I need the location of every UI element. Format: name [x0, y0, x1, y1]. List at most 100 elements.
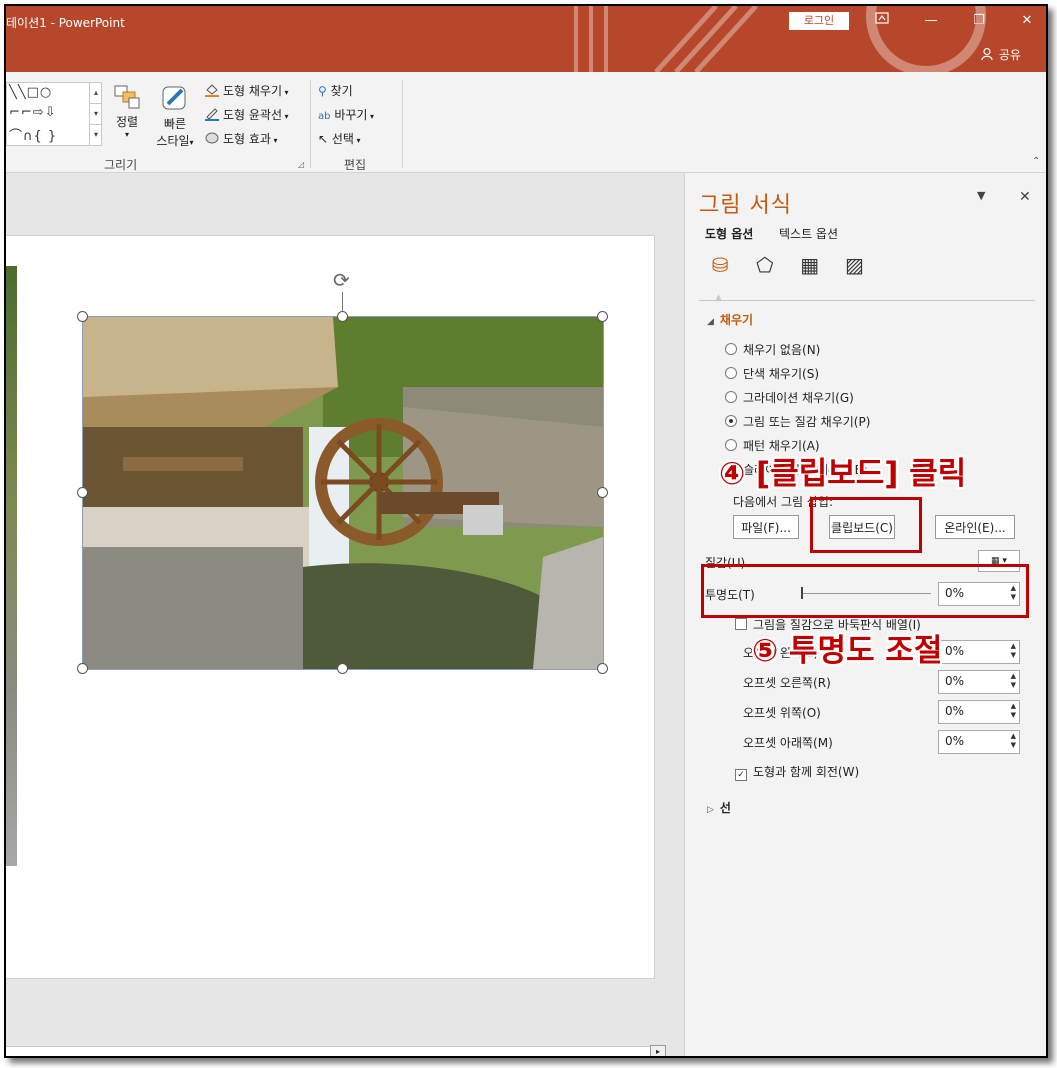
pane-close-icon[interactable]: ✕: [1019, 189, 1031, 205]
option-label: 그림 또는 질감 채우기(P): [743, 415, 871, 429]
scroll-up-icon[interactable]: ▴: [90, 83, 102, 103]
slide-canvas[interactable]: ⟳: [6, 235, 655, 979]
shapes-row-1[interactable]: ╲╲□○: [9, 85, 52, 100]
pane-title: 그림 서식: [699, 193, 792, 218]
ribbon-display-icon[interactable]: [867, 10, 897, 32]
offset-top-spinner[interactable]: 0% ▲ ▼: [938, 700, 1020, 724]
selected-picture[interactable]: [82, 316, 604, 670]
radio-button-selected[interactable]: [725, 415, 737, 427]
slide-editing-area: ⟳ ▸: [6, 173, 684, 1056]
tab-text-options[interactable]: 텍스트 옵션: [779, 225, 838, 242]
resize-handle-top-left[interactable]: [77, 311, 88, 322]
annotation-step-4: ④ [클립보드] 클릭: [719, 456, 967, 492]
find-label: 찾기: [330, 84, 353, 98]
minimize-icon[interactable]: —: [916, 10, 946, 32]
offset-right-spinner[interactable]: 0% ▲ ▼: [938, 670, 1020, 694]
line-section-header[interactable]: ▷ 선: [707, 799, 731, 816]
tab-shape-options[interactable]: 도형 옵션: [705, 225, 753, 242]
shapes-gallery[interactable]: ╲╲□○ ⌐⌐⇨⇩ ⌒∩{ } ▴ ▾ ▾: [6, 82, 102, 146]
arrange-button[interactable]: 정렬 ▾: [112, 84, 142, 139]
gallery-scroll[interactable]: ▴ ▾ ▾: [89, 83, 102, 145]
resize-handle-bottom[interactable]: [337, 663, 348, 674]
pane-options-icon[interactable]: ▼: [977, 189, 985, 202]
annotation-step-5: ⑤ 투명도 조절: [752, 633, 943, 669]
radio-button[interactable]: [725, 343, 737, 355]
pen-icon: [205, 108, 219, 121]
spinner-arrows-icon[interactable]: ▲ ▼: [1011, 672, 1016, 690]
checkbox[interactable]: [735, 618, 747, 630]
arrange-icon: [114, 85, 140, 109]
quick-styles-button[interactable]: 빠른 스타일▾: [152, 84, 198, 149]
file-button[interactable]: 파일(F)...: [733, 515, 799, 539]
shapes-row-2[interactable]: ⌐⌐⇨⇩: [9, 105, 57, 120]
powerpoint-window: 테이션1 - PowerPoint 로그인 — ❐ ✕ 공유 ╲╲□○ ⌐⌐⇨⇩…: [4, 4, 1048, 1058]
radio-button[interactable]: [725, 367, 737, 379]
find-button[interactable]: ⚲ 찾기: [318, 82, 353, 99]
arrange-label: 정렬: [115, 115, 139, 129]
resize-handle-bottom-left[interactable]: [77, 663, 88, 674]
shape-fill-label: 도형 채우기: [223, 84, 283, 98]
dialog-launcher-icon[interactable]: ◿: [298, 160, 304, 169]
annotation-box-transparency: [701, 564, 1029, 618]
dropdown-arrow-icon: ▾: [189, 138, 194, 147]
partial-image-left[interactable]: [6, 266, 17, 866]
paint-bucket-icon: [205, 84, 219, 97]
person-icon: [981, 47, 993, 61]
fill-option-gradient[interactable]: 그라데이션 채우기(G): [725, 389, 854, 406]
shape-effects-label: 도형 효과: [223, 132, 271, 146]
offset-left-spinner[interactable]: 0% ▲ ▼: [938, 640, 1020, 664]
online-button[interactable]: 온라인(E)...: [935, 515, 1015, 539]
shape-effects-icon: [205, 132, 219, 144]
option-label: 그라데이션 채우기(G): [743, 391, 854, 405]
group-separator: [402, 80, 403, 168]
quick-styles-icon: [162, 86, 186, 110]
login-button[interactable]: 로그인: [789, 12, 849, 30]
resize-handle-left[interactable]: [77, 487, 88, 498]
scroll-down-icon[interactable]: ▾: [90, 103, 102, 124]
fill-option-solid[interactable]: 단색 채우기(S): [725, 365, 819, 382]
spinner-arrows-icon[interactable]: ▲ ▼: [1011, 702, 1016, 720]
option-label: 단색 채우기(S): [743, 367, 819, 381]
resize-handle-bottom-right[interactable]: [597, 663, 608, 674]
title-bar: 테이션1 - PowerPoint 로그인 — ❐ ✕ 공유: [6, 6, 1046, 72]
spinner-arrows-icon[interactable]: ▲ ▼: [1011, 642, 1016, 660]
maximize-icon[interactable]: ❐: [964, 10, 994, 32]
fill-section-label: 채우기: [719, 313, 754, 327]
size-properties-icon[interactable]: ▦: [797, 253, 823, 279]
pane-divider: [699, 300, 1035, 301]
share-button[interactable]: 공유: [981, 46, 1021, 63]
replace-button[interactable]: ab 바꾸기 ▾: [318, 106, 374, 123]
radio-button[interactable]: [725, 391, 737, 403]
close-icon[interactable]: ✕: [1012, 10, 1042, 32]
offset-bottom-value: 0%: [945, 734, 965, 748]
fill-section-header[interactable]: ◢ 채우기: [707, 311, 753, 328]
resize-handle-right[interactable]: [597, 487, 608, 498]
replace-icon: ab: [318, 111, 331, 122]
collapse-ribbon-icon[interactable]: ⌃: [1032, 156, 1040, 167]
line-section-label: 선: [719, 801, 731, 815]
horizontal-scrollbar[interactable]: [6, 1046, 666, 1056]
shape-fill-button[interactable]: 도형 채우기 ▾: [204, 82, 289, 99]
checkbox-checked[interactable]: ✓: [735, 769, 747, 781]
shape-outline-button[interactable]: 도형 윤곽선 ▾: [204, 106, 289, 123]
replace-label: 바꾸기: [334, 108, 368, 122]
shape-effects-button[interactable]: 도형 효과 ▾: [204, 130, 278, 147]
effects-pentagon-icon[interactable]: ⬠: [752, 253, 778, 279]
scroll-right-icon[interactable]: ▸: [650, 1045, 666, 1056]
rotate-with-shape-option[interactable]: ✓ 도형과 함께 회전(W): [735, 763, 859, 781]
window-title: 테이션1 - PowerPoint: [6, 16, 125, 30]
cursor-icon: ↖: [318, 132, 329, 146]
rotate-handle-icon[interactable]: ⟳: [333, 268, 350, 292]
resize-handle-top-right[interactable]: [597, 311, 608, 322]
resize-handle-top[interactable]: [337, 311, 348, 322]
fill-line-icon[interactable]: ⛁: [707, 253, 733, 279]
fill-option-picture[interactable]: 그림 또는 질감 채우기(P): [725, 413, 870, 430]
shapes-row-3[interactable]: ⌒∩{ }: [9, 125, 57, 144]
picture-icon[interactable]: ▨: [841, 253, 867, 279]
fill-option-none[interactable]: 채우기 없음(N): [725, 341, 820, 358]
offset-bottom-spinner[interactable]: 0% ▲ ▼: [938, 730, 1020, 754]
offset-right-label: 오프셋 오른쪽(R): [743, 676, 831, 690]
gallery-more-icon[interactable]: ▾: [90, 124, 102, 145]
select-button[interactable]: ↖ 선택 ▾: [318, 130, 361, 147]
spinner-arrows-icon[interactable]: ▲ ▼: [1011, 732, 1016, 750]
